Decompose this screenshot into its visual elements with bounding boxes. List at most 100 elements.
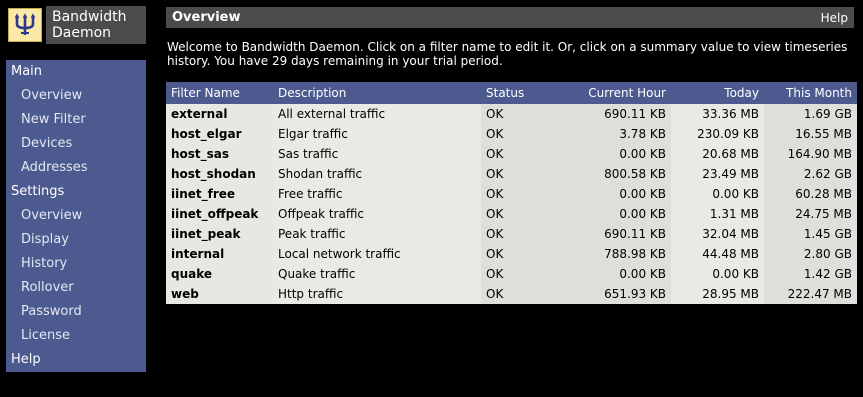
- sidebar-section-settings[interactable]: Settings: [6, 180, 146, 204]
- this-month-value[interactable]: 24.75 MB: [764, 204, 857, 224]
- sidebar-item-settings-overview[interactable]: Overview: [6, 204, 146, 228]
- filter-status: OK: [481, 224, 574, 244]
- sidebar-section-main[interactable]: Main: [6, 60, 146, 84]
- filter-status: OK: [481, 204, 574, 224]
- this-month-value[interactable]: 1.42 GB: [764, 264, 857, 284]
- current-hour-value[interactable]: 651.93 KB: [574, 284, 671, 304]
- sidebar: Main Overview New Filter Devices Address…: [6, 60, 146, 372]
- filter-name-link[interactable]: external: [166, 104, 273, 124]
- filter-description: Http traffic: [273, 284, 481, 304]
- filter-description: Free traffic: [273, 184, 481, 204]
- current-hour-value[interactable]: 0.00 KB: [574, 184, 671, 204]
- today-value[interactable]: 44.48 MB: [671, 244, 764, 264]
- table-row: iinet_free Free traffic OK 0.00 KB 0.00 KB 60…: [166, 184, 857, 204]
- filter-description: Offpeak traffic: [273, 204, 481, 224]
- filter-status: OK: [481, 184, 574, 204]
- filter-name-link[interactable]: host_elgar: [166, 124, 273, 144]
- sidebar-item-history[interactable]: History: [6, 252, 146, 276]
- this-month-value[interactable]: 1.69 GB: [764, 104, 857, 124]
- page-title: Overview: [172, 10, 241, 25]
- today-value[interactable]: 0.00 KB: [671, 184, 764, 204]
- current-hour-value[interactable]: 800.58 KB: [574, 164, 671, 184]
- col-header-today: Today: [671, 82, 764, 104]
- app-title: Bandwidth Daemon: [46, 6, 146, 44]
- this-month-value[interactable]: 60.28 MB: [764, 184, 857, 204]
- app-logo: Bandwidth Daemon: [6, 6, 146, 44]
- filter-name-link[interactable]: iinet_peak: [166, 224, 273, 244]
- this-month-value[interactable]: 2.80 GB: [764, 244, 857, 264]
- current-hour-value[interactable]: 0.00 KB: [574, 144, 671, 164]
- filter-name-link[interactable]: iinet_free: [166, 184, 273, 204]
- this-month-value[interactable]: 1.45 GB: [764, 224, 857, 244]
- table-row: quake Quake traffic OK 0.00 KB 0.00 KB 1.42 G…: [166, 264, 857, 284]
- this-month-value[interactable]: 164.90 MB: [764, 144, 857, 164]
- app-title-line1: Bandwidth: [52, 9, 127, 25]
- filter-status: OK: [481, 284, 574, 304]
- help-link[interactable]: Help: [821, 11, 848, 25]
- this-month-value[interactable]: 222.47 MB: [764, 284, 857, 304]
- today-value[interactable]: 28.95 MB: [671, 284, 764, 304]
- filter-status: OK: [481, 264, 574, 284]
- col-header-status: Status: [481, 82, 574, 104]
- current-hour-value[interactable]: 0.00 KB: [574, 264, 671, 284]
- trident-icon: [8, 8, 42, 42]
- filter-status: OK: [481, 144, 574, 164]
- filter-name-link[interactable]: web: [166, 284, 273, 304]
- filter-name-link[interactable]: host_sas: [166, 144, 273, 164]
- current-hour-value[interactable]: 3.78 KB: [574, 124, 671, 144]
- filter-description: Quake traffic: [273, 264, 481, 284]
- sidebar-item-password[interactable]: Password: [6, 300, 146, 324]
- current-hour-value[interactable]: 788.98 KB: [574, 244, 671, 264]
- table-row: iinet_offpeak Offpeak traffic OK 0.00 KB 1.3…: [166, 204, 857, 224]
- today-value[interactable]: 33.36 MB: [671, 104, 764, 124]
- filter-description: All external traffic: [273, 104, 481, 124]
- sidebar-item-new-filter[interactable]: New Filter: [6, 108, 146, 132]
- filter-status: OK: [481, 164, 574, 184]
- welcome-message: Welcome to Bandwidth Daemon. Click on a …: [167, 40, 848, 68]
- filter-name-link[interactable]: quake: [166, 264, 273, 284]
- filter-description: Elgar traffic: [273, 124, 481, 144]
- filter-description: Shodan traffic: [273, 164, 481, 184]
- col-header-filter-name: Filter Name: [166, 82, 273, 104]
- filter-description: Sas traffic: [273, 144, 481, 164]
- filter-name-link[interactable]: host_shodan: [166, 164, 273, 184]
- sidebar-item-addresses[interactable]: Addresses: [6, 156, 146, 180]
- today-value[interactable]: 32.04 MB: [671, 224, 764, 244]
- filter-description: Peak traffic: [273, 224, 481, 244]
- table-row: external All external traffic OK 690.11 KB 3…: [166, 104, 857, 124]
- this-month-value[interactable]: 2.62 GB: [764, 164, 857, 184]
- table-header-row: Filter Name Description Status Current H…: [166, 82, 857, 104]
- sidebar-item-help[interactable]: Help: [6, 348, 146, 372]
- table-row: host_elgar Elgar traffic OK 3.78 KB 230.09 K…: [166, 124, 857, 144]
- current-hour-value[interactable]: 690.11 KB: [574, 224, 671, 244]
- today-value[interactable]: 1.31 MB: [671, 204, 764, 224]
- col-header-this-month: This Month: [764, 82, 857, 104]
- sidebar-item-overview[interactable]: Overview: [6, 84, 146, 108]
- today-value[interactable]: 0.00 KB: [671, 264, 764, 284]
- col-header-description: Description: [273, 82, 481, 104]
- filter-name-link[interactable]: internal: [166, 244, 273, 264]
- sidebar-item-license[interactable]: License: [6, 324, 146, 348]
- filter-status: OK: [481, 124, 574, 144]
- today-value[interactable]: 230.09 KB: [671, 124, 764, 144]
- filter-description: Local network traffic: [273, 244, 481, 264]
- this-month-value[interactable]: 16.55 MB: [764, 124, 857, 144]
- filter-status: OK: [481, 244, 574, 264]
- filter-status: OK: [481, 104, 574, 124]
- current-hour-value[interactable]: 0.00 KB: [574, 204, 671, 224]
- sidebar-item-devices[interactable]: Devices: [6, 132, 146, 156]
- filter-name-link[interactable]: iinet_offpeak: [166, 204, 273, 224]
- current-hour-value[interactable]: 690.11 KB: [574, 104, 671, 124]
- table-row: host_sas Sas traffic OK 0.00 KB 20.68 MB 164.…: [166, 144, 857, 164]
- table-row: iinet_peak Peak traffic OK 690.11 KB 32.04 M…: [166, 224, 857, 244]
- table-row: internal Local network traffic OK 788.98 KB…: [166, 244, 857, 264]
- sidebar-item-rollover[interactable]: Rollover: [6, 276, 146, 300]
- app-title-line2: Daemon: [52, 25, 112, 41]
- col-header-current-hour: Current Hour: [574, 82, 671, 104]
- page-header: Overview Help: [166, 7, 854, 28]
- filter-table: Filter Name Description Status Current H…: [166, 82, 857, 304]
- sidebar-item-display[interactable]: Display: [6, 228, 146, 252]
- table-row: web Http traffic OK 651.93 KB 28.95 MB 222.47…: [166, 284, 857, 304]
- today-value[interactable]: 20.68 MB: [671, 144, 764, 164]
- today-value[interactable]: 23.49 MB: [671, 164, 764, 184]
